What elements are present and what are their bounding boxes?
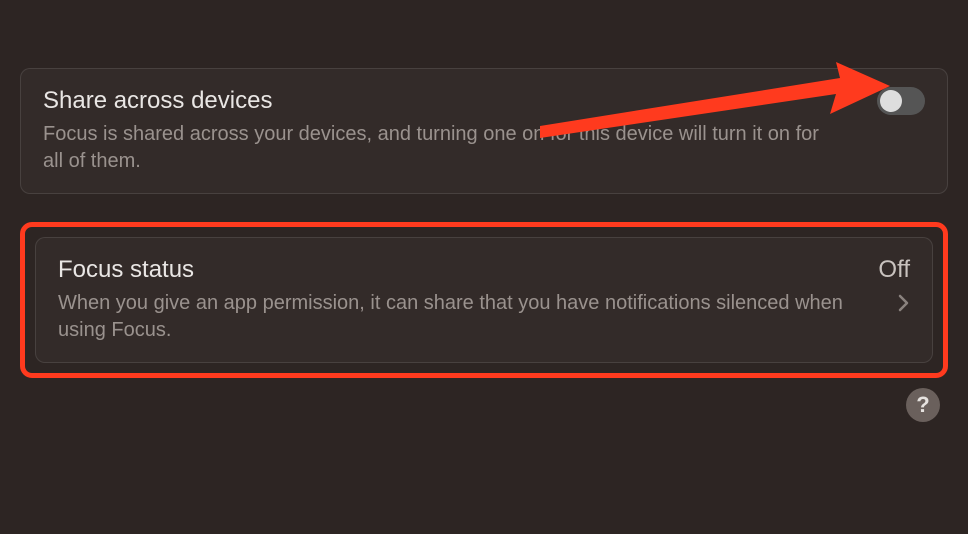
focus-status-value: Off bbox=[878, 256, 910, 284]
focus-status-title: Focus status bbox=[58, 256, 910, 284]
share-title: Share across devices bbox=[43, 87, 925, 115]
focus-status-value-container: Off bbox=[878, 256, 910, 318]
share-toggle[interactable] bbox=[877, 87, 925, 115]
share-description: Focus is shared across your devices, and… bbox=[43, 121, 833, 175]
focus-status-description: When you give an app permission, it can … bbox=[58, 290, 848, 344]
focus-status-row[interactable]: Focus status When you give an app permis… bbox=[35, 237, 933, 363]
chevron-right-icon bbox=[898, 292, 910, 318]
help-icon: ? bbox=[916, 392, 929, 418]
focus-status-highlight: Focus status When you give an app permis… bbox=[20, 222, 948, 378]
help-button[interactable]: ? bbox=[906, 388, 940, 422]
share-across-devices-row: Share across devices Focus is shared acr… bbox=[20, 68, 948, 194]
toggle-knob bbox=[880, 90, 902, 112]
